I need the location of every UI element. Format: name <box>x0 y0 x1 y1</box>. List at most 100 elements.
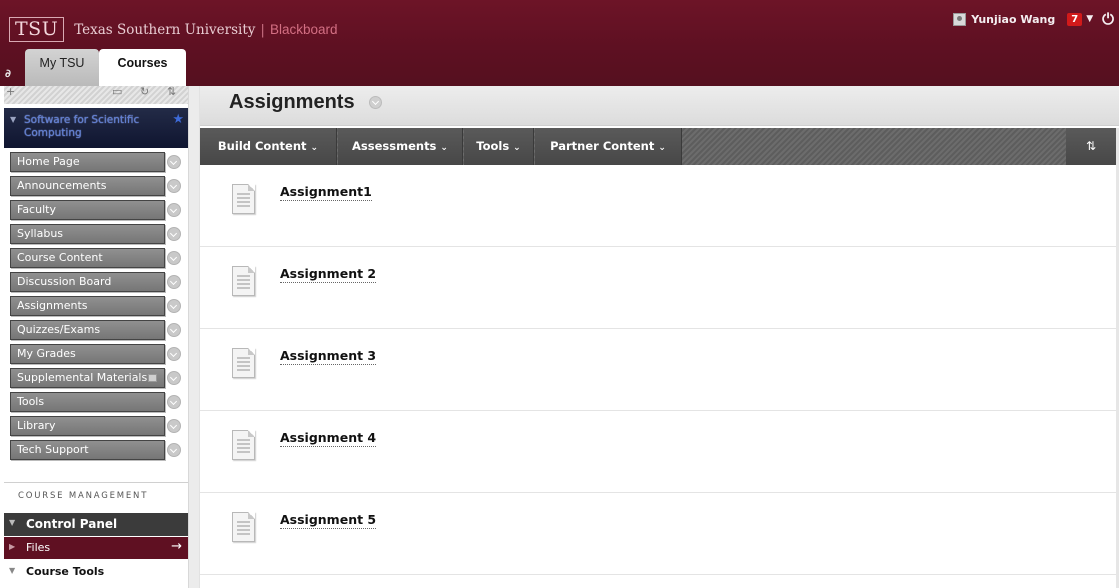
menu-label[interactable]: Quizzes/Exams <box>10 320 165 340</box>
add-icon[interactable]: + <box>6 85 15 98</box>
assessments-button[interactable]: Assessments ⌄ <box>338 128 463 165</box>
refresh-icon[interactable]: ↻ <box>140 85 149 98</box>
build-content-button[interactable]: Build Content ⌄ <box>200 128 337 165</box>
build-content-label: Build Content <box>217 139 307 153</box>
menu-label[interactable]: Discussion Board <box>10 272 165 292</box>
tab-courses[interactable]: Courses <box>99 49 186 87</box>
control-panel-label[interactable]: Control Panel <box>26 517 117 531</box>
menu-item-library[interactable]: Library <box>10 416 182 440</box>
course-sidebar: + ▭ ↻ ⇅ ▼ Software for Scientific Comput… <box>0 85 188 588</box>
list-item: Assignment 3 <box>200 329 1119 411</box>
user-area: Yunjiao Wang 7 ▼ ⏻ <box>953 9 1119 29</box>
expand-triangle-icon[interactable]: ▶ <box>9 542 15 551</box>
assignment-link[interactable]: Assignment 2 <box>280 266 377 283</box>
assignment-link[interactable]: Assignment 3 <box>280 348 377 365</box>
menu-item-tech-support[interactable]: Tech Support <box>10 440 182 464</box>
menu-label[interactable]: Home Page <box>10 152 165 172</box>
chevron-down-icon[interactable] <box>167 371 181 385</box>
tab-bar: My TSU Courses <box>25 49 186 87</box>
menu-toggle-icon[interactable]: ∂ <box>5 67 11 80</box>
sidebar-divider-handle[interactable] <box>188 86 200 588</box>
files-label[interactable]: Files <box>26 541 50 554</box>
power-icon[interactable]: ⏻ <box>1102 10 1114 28</box>
course-title-header[interactable]: ▼ Software for Scientific Computing ★ <box>4 108 188 148</box>
menu-label[interactable]: Faculty <box>10 200 165 220</box>
tools-button[interactable]: Tools ⌄ <box>464 128 534 165</box>
menu-label[interactable]: Tech Support <box>10 440 165 460</box>
menu-item-my-grades[interactable]: My Grades <box>10 344 182 368</box>
chevron-down-icon[interactable] <box>167 347 181 361</box>
tools-label: Tools <box>476 139 510 153</box>
list-item: Assignment 5 <box>200 493 1119 575</box>
chevron-down-icon[interactable] <box>167 275 181 289</box>
university-name: Texas Southern University <box>74 21 256 38</box>
sidebar-toolbar: + ▭ ↻ ⇅ <box>4 85 188 104</box>
folder-view-icon[interactable]: ▭ <box>112 85 122 98</box>
menu-item-home-page[interactable]: Home Page <box>10 152 182 176</box>
action-bar: Build Content ⌄ Assessments ⌄ Tools ⌄ Partn… <box>200 128 1116 165</box>
menu-label[interactable]: Library <box>10 416 165 436</box>
menu-button[interactable]: Supplemental Materials <box>10 368 165 388</box>
partner-content-label: Partner Content <box>550 139 655 153</box>
chevron-down-icon[interactable] <box>167 419 181 433</box>
chevron-down-icon[interactable] <box>167 203 181 217</box>
assignment-link[interactable]: Assignment 4 <box>280 430 377 447</box>
menu-item-faculty[interactable]: Faculty <box>10 200 182 224</box>
assignment-link[interactable]: Assignment1 <box>280 184 372 201</box>
reorder-icon[interactable]: ⇅ <box>1066 128 1116 165</box>
menu-item-tools[interactable]: Tools <box>10 392 182 416</box>
document-icon <box>232 430 255 460</box>
chevron-down-icon[interactable] <box>369 96 382 109</box>
menu-item-assignments[interactable]: Assignments <box>10 296 182 320</box>
collapse-triangle-icon[interactable]: ▼ <box>9 566 15 575</box>
collapse-triangle-icon[interactable]: ▼ <box>9 518 15 527</box>
menu-label[interactable]: Course Content <box>10 248 165 268</box>
assignment-link[interactable]: Assignment 5 <box>280 512 377 529</box>
menu-item-syllabus[interactable]: Syllabus <box>10 224 182 248</box>
chevron-down-icon[interactable] <box>167 155 181 169</box>
menu-item-course-content[interactable]: Course Content <box>10 248 182 272</box>
chevron-down-icon[interactable] <box>167 227 181 241</box>
course-tools-item[interactable]: ▼ Course Tools <box>4 562 188 582</box>
course-management-label: COURSE MANAGEMENT <box>18 491 149 501</box>
menu-label[interactable]: Announcements <box>10 176 165 196</box>
chevron-down-icon[interactable] <box>167 179 181 193</box>
menu-label[interactable]: Syllabus <box>10 224 165 244</box>
document-icon <box>232 266 255 296</box>
user-avatar-icon[interactable] <box>953 12 967 26</box>
chevron-down-icon: ⌄ <box>513 143 521 153</box>
content-icon <box>148 374 158 382</box>
chevron-down-icon: ⌄ <box>440 143 448 153</box>
chevron-down-icon[interactable] <box>167 395 181 409</box>
menu-item-quizzes-exams[interactable]: Quizzes/Exams <box>10 320 182 344</box>
tab-my-tsu[interactable]: My TSU <box>25 49 99 87</box>
chevron-down-icon[interactable] <box>167 299 181 313</box>
arrow-right-icon[interactable]: → <box>171 539 182 554</box>
chevron-down-icon[interactable] <box>167 443 181 457</box>
document-icon <box>232 512 255 542</box>
notification-badge[interactable]: 7 <box>1067 12 1083 26</box>
university-logo[interactable]: TSU Texas Southern University | Blackboa… <box>9 17 338 42</box>
menu-label[interactable]: My Grades <box>10 344 165 364</box>
collapse-triangle-icon[interactable]: ▼ <box>10 115 16 124</box>
menu-item-supplemental-materials[interactable]: Supplemental Materials <box>10 368 182 392</box>
chevron-down-icon[interactable] <box>167 251 181 265</box>
menu-item-discussion-board[interactable]: Discussion Board <box>10 272 182 296</box>
caret-down-icon[interactable]: ▼ <box>1086 14 1093 24</box>
user-name-link[interactable]: Yunjiao Wang <box>971 13 1055 26</box>
star-icon[interactable]: ★ <box>172 112 184 127</box>
chevron-down-icon[interactable] <box>167 323 181 337</box>
course-title[interactable]: Software for Scientific Computing <box>24 114 164 140</box>
menu-label[interactable]: Tools <box>10 392 165 412</box>
reorder-icon[interactable]: ⇅ <box>167 85 176 98</box>
document-icon <box>232 348 255 378</box>
files-item[interactable]: ▶ Files → <box>4 537 188 559</box>
course-menu: Home Page Announcements Faculty Syllabus… <box>10 152 182 464</box>
partner-content-button[interactable]: Partner Content ⌄ <box>535 128 682 165</box>
menu-item-announcements[interactable]: Announcements <box>10 176 182 200</box>
control-panel-header[interactable]: ▼ Control Panel <box>4 513 188 536</box>
course-tools-label[interactable]: Course Tools <box>26 565 104 578</box>
platform-name: Blackboard <box>269 22 338 37</box>
logo-separator: | <box>260 21 265 38</box>
menu-label[interactable]: Assignments <box>10 296 165 316</box>
